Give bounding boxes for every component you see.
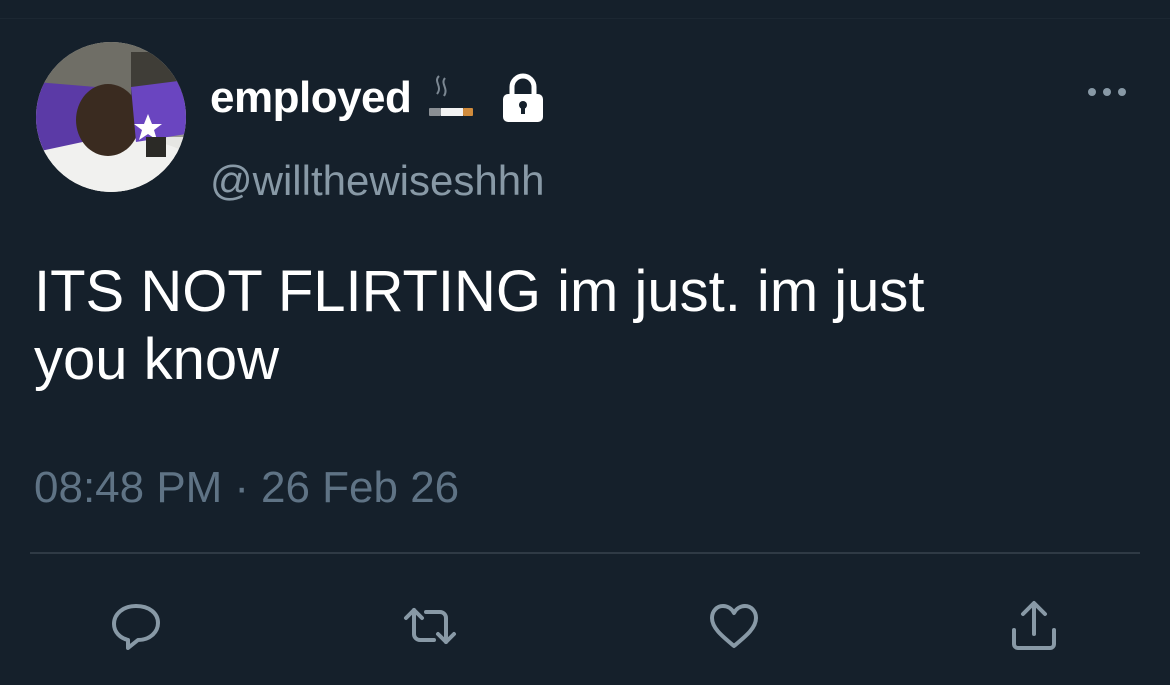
tweet-text-line: ITS NOT FLIRTING im just. im just — [34, 259, 925, 324]
like-button[interactable] — [706, 598, 762, 654]
author-row: employed — [210, 68, 549, 128]
reply-button[interactable] — [108, 598, 164, 654]
share-button[interactable] — [1006, 598, 1062, 654]
like-icon — [710, 604, 758, 648]
tweet-timestamp[interactable]: 08:48 PM · 26 Feb 26 — [34, 466, 459, 510]
retweet-icon — [404, 608, 456, 644]
display-name[interactable]: employed — [210, 76, 412, 120]
more-options-icon[interactable] — [1084, 82, 1130, 102]
avatar[interactable] — [36, 42, 186, 192]
cigarette-icon — [425, 72, 477, 124]
tweet-date: 26 Feb 26 — [261, 463, 460, 512]
lock-icon — [497, 72, 549, 124]
tweet-time: 08:48 PM — [34, 463, 223, 512]
timestamp-separator: · — [234, 463, 249, 512]
username-handle[interactable]: @willthewiseshhh — [210, 160, 544, 202]
tweet-text-line: you know — [34, 326, 280, 392]
share-icon — [1012, 601, 1056, 650]
action-divider — [30, 552, 1140, 554]
tweet-text: ITS NOT FLIRTING im just. im just you kn… — [34, 258, 1134, 394]
avatar-image — [36, 42, 186, 192]
reply-icon — [112, 604, 160, 650]
retweet-button[interactable] — [402, 598, 458, 654]
top-divider — [0, 18, 1170, 19]
